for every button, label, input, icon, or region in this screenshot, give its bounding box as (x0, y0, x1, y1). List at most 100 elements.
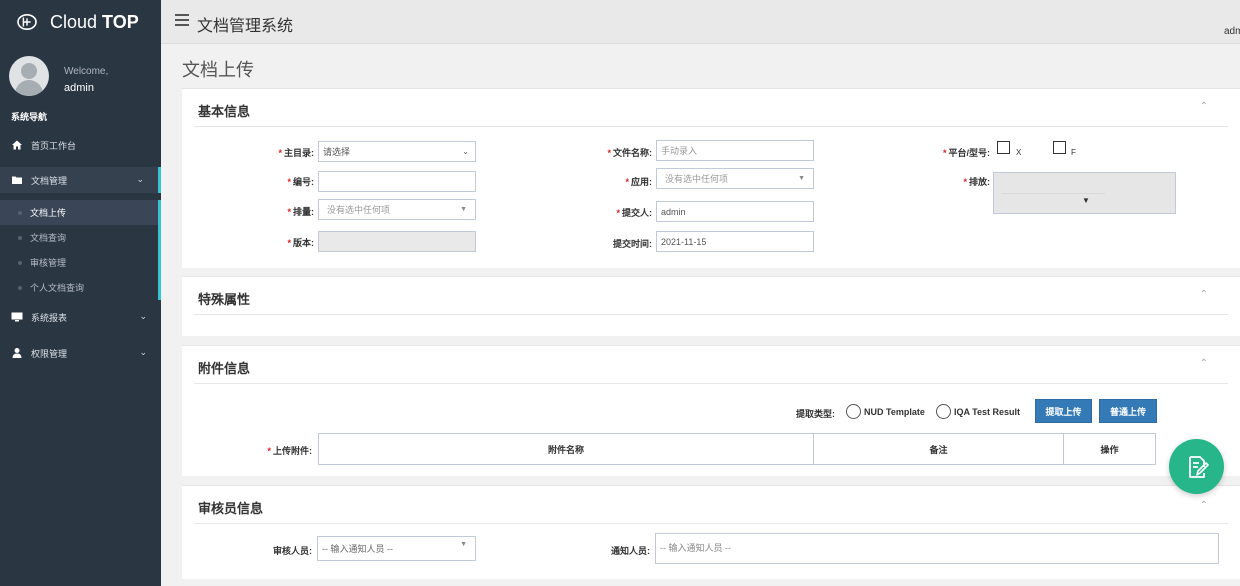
collapse-icon[interactable]: ⌃ (1200, 101, 1208, 112)
notify-label: 通知人员: (611, 546, 650, 556)
sidebar-item-label: 文档管理 (31, 175, 68, 186)
user-icon (12, 348, 22, 358)
application-select[interactable]: 没有选中任何项 ▼ (656, 168, 814, 189)
input-placeholder: 手动录入 (661, 146, 698, 156)
panel-title: 特殊属性 (198, 292, 251, 307)
bullet-icon (18, 261, 22, 265)
emission-label: * 排放: (963, 177, 990, 187)
reviewer-label: 审核人员: (273, 546, 312, 556)
app-title: 文档管理系统 (197, 18, 294, 35)
sidebar-item-reports[interactable]: 系统报表 ⌄ (0, 304, 161, 330)
bullet-icon (18, 211, 22, 215)
submitter-label: * 提交人: (616, 208, 652, 218)
collapse-icon[interactable]: ⌃ (1200, 289, 1208, 300)
chevron-down-icon: ⌄ (139, 311, 147, 321)
emission-multiselect[interactable]: ▼ (993, 172, 1176, 214)
platform-f-checkbox[interactable] (1053, 141, 1066, 154)
sidebar-subitem-upload[interactable]: 文档上传 (0, 200, 158, 225)
main-dir-label: * 主目录: (278, 148, 314, 158)
caret-down-icon: ▼ (1082, 196, 1090, 205)
username: admin (64, 82, 94, 94)
avatar[interactable] (9, 56, 49, 96)
caret-down-icon: ▼ (798, 175, 805, 182)
submit-time-input[interactable]: 2021-11-15 (656, 231, 814, 252)
input-placeholder: -- 输入通知人员 -- (660, 543, 731, 553)
bullet-icon (18, 286, 22, 290)
sidebar-subitem-label: 审核管理 (30, 258, 67, 268)
logo[interactable]: Cloud TOP (0, 0, 161, 44)
panel-title: 基本信息 (198, 104, 251, 119)
active-rail (158, 200, 161, 300)
submit-time-label: 提交时间: (613, 239, 652, 249)
select-value: 请选择 (323, 147, 351, 157)
reviewer-select[interactable]: -- 输入通知人员 -- ▼ (317, 536, 476, 561)
brand-name: Cloud TOP (50, 11, 139, 32)
cloud-logo-icon (17, 13, 37, 31)
radio-nud-template[interactable] (846, 404, 861, 419)
sidebar-item-permissions[interactable]: 权限管理 ⌄ (0, 340, 161, 366)
column-header-actions: 操作 (1100, 444, 1119, 455)
submitter-input[interactable]: admin (656, 201, 814, 222)
column-header-attachment-name: 附件名称 (319, 434, 814, 464)
attachment-table: 附件名称 备注 操作 (318, 433, 1156, 465)
sidebar-item-label: 首页工作台 (31, 140, 77, 151)
upload-attachment-label: * 上传附件: (267, 446, 312, 456)
menu-toggle-icon[interactable] (175, 14, 189, 26)
sidebar-item-label: 系统报表 (31, 312, 68, 323)
nav-section-title: 系统导航 (11, 112, 48, 122)
monitor-icon (11, 312, 23, 322)
sidebar-subitem-query[interactable]: 文档查询 (0, 225, 158, 250)
radio-nud-template-label: NUD Template (864, 407, 925, 417)
file-name-label: * 文件名称: (607, 148, 652, 158)
sidebar: Cloud TOP Welcome, admin 系统导航 首页工作台 文档管理… (0, 0, 161, 586)
panel-title: 附件信息 (198, 361, 251, 376)
home-icon (12, 140, 22, 150)
series-select[interactable]: 没有选中任何项 ▼ (318, 199, 476, 220)
welcome-text: Welcome, (64, 66, 109, 77)
file-name-input[interactable]: 手动录入 (656, 140, 814, 161)
radio-iqa-test-result-label: IQA Test Result (954, 407, 1021, 417)
extract-upload-button[interactable]: 提取上传 (1035, 399, 1092, 423)
sidebar-item-document-management[interactable]: 文档管理 ⌄ (0, 167, 161, 193)
select-placeholder: 没有选中任何项 (665, 174, 729, 184)
radio-iqa-test-result[interactable] (936, 404, 951, 419)
series-label: * 排量: (287, 207, 314, 217)
bullet-icon (18, 236, 22, 240)
chevron-down-icon: ⌄ (462, 147, 469, 156)
column-header-remarks: 备注 (814, 434, 1064, 464)
edit-document-icon (1188, 455, 1209, 478)
normal-upload-button[interactable]: 普通上传 (1099, 399, 1157, 423)
select-placeholder: -- 输入通知人员 -- (322, 544, 393, 554)
extract-type-label: 提取类型: (796, 409, 835, 419)
sidebar-subitem-label: 个人文档查询 (30, 283, 85, 293)
folder-icon (12, 176, 22, 184)
caret-down-icon: ▼ (460, 206, 467, 213)
sidebar-item-label: 权限管理 (31, 348, 68, 359)
sidebar-subitem-review[interactable]: 审核管理 (0, 250, 158, 275)
number-label: * 编号: (287, 177, 314, 187)
main-dir-select[interactable]: 请选择 ⌄ (318, 141, 476, 162)
platform-x-label: X (1016, 148, 1022, 157)
platform-label: * 平台/型号: (942, 148, 990, 158)
collapse-icon[interactable]: ⌃ (1200, 500, 1208, 511)
panel-title: 审核员信息 (198, 501, 264, 516)
sidebar-subitem-label: 文档上传 (30, 208, 67, 218)
application-label: * 应用: (625, 177, 652, 187)
page-title: 文档上传 (182, 60, 254, 80)
top-header: 文档管理系统 admin (161, 0, 1240, 44)
sidebar-subitem-label: 文档查询 (30, 233, 67, 243)
platform-x-checkbox[interactable] (997, 141, 1010, 154)
header-user-menu[interactable]: admin (1224, 26, 1240, 37)
chevron-down-icon: ⌄ (139, 347, 147, 357)
notify-input[interactable]: -- 输入通知人员 -- (655, 533, 1219, 564)
sidebar-item-home[interactable]: 首页工作台 (0, 132, 161, 158)
select-placeholder: 没有选中任何项 (327, 205, 391, 215)
platform-f-label: F (1071, 148, 1076, 157)
sidebar-subitem-personal-query[interactable]: 个人文档查询 (0, 275, 158, 300)
floating-action-button[interactable] (1169, 439, 1224, 494)
collapse-icon[interactable]: ⌃ (1200, 358, 1208, 369)
number-input[interactable] (318, 171, 476, 192)
caret-down-icon: ▼ (460, 541, 467, 548)
special-attributes-panel: 特殊属性 ⌃ (182, 276, 1240, 336)
version-label: * 版本: (287, 238, 314, 248)
